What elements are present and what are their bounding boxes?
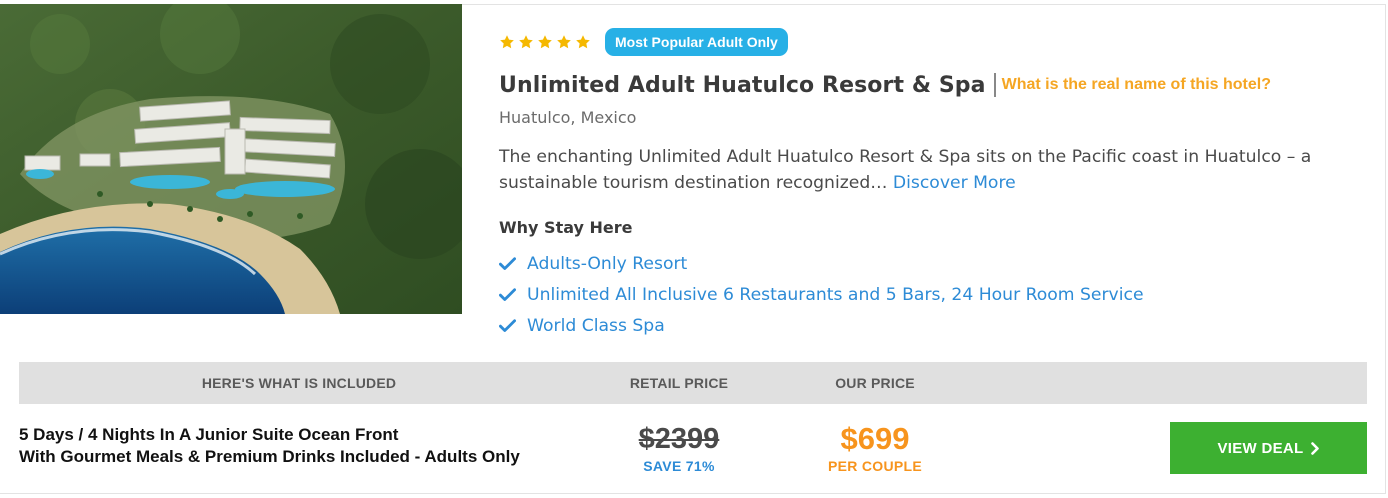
star-icon bbox=[576, 35, 590, 49]
row-divider bbox=[19, 493, 1367, 494]
retail-price: $2399 bbox=[638, 423, 720, 455]
view-deal-label: VIEW DEAL bbox=[1217, 439, 1304, 457]
retail-price-column-header: RETAIL PRICE bbox=[629, 375, 729, 391]
check-icon bbox=[499, 256, 516, 270]
feature-item: Unlimited All Inclusive 6 Restaurants an… bbox=[499, 279, 1369, 310]
hotel-deal-card: Most Popular Adult Only Unlimited Adult … bbox=[0, 0, 1388, 498]
discover-more-link[interactable]: Discover More bbox=[893, 173, 1016, 193]
star-rating bbox=[499, 34, 591, 50]
real-name-link[interactable]: What is the real name of this hotel? bbox=[1002, 76, 1271, 94]
our-price-column-header: OUR PRICE bbox=[835, 375, 915, 391]
pricing-header: HERE'S WHAT IS INCLUDED RETAIL PRICE OUR… bbox=[19, 362, 1367, 404]
rating-row: Most Popular Adult Only bbox=[499, 28, 1369, 56]
resort-aerial-image bbox=[0, 4, 462, 314]
hotel-details: Most Popular Adult Only Unlimited Adult … bbox=[499, 28, 1369, 341]
retail-price-cell: $2399 SAVE 71% bbox=[600, 422, 758, 474]
package-line: 5 Days / 4 Nights In A Junior Suite Ocea… bbox=[19, 425, 399, 444]
included-column-header: HERE'S WHAT IS INCLUDED bbox=[201, 375, 397, 391]
feature-label: World Class Spa bbox=[527, 315, 665, 336]
package-description: 5 Days / 4 Nights In A Junior Suite Ocea… bbox=[19, 424, 579, 468]
feature-item: World Class Spa bbox=[499, 310, 1369, 341]
hotel-name[interactable]: Unlimited Adult Huatulco Resort & Spa bbox=[499, 73, 986, 98]
our-price: $699 bbox=[840, 421, 910, 456]
feature-label: Unlimited All Inclusive 6 Restaurants an… bbox=[527, 284, 1144, 305]
package-line: With Gourmet Meals & Premium Drinks Incl… bbox=[19, 447, 520, 466]
chevron-right-icon bbox=[1310, 441, 1319, 455]
hotel-location: Huatulco, Mexico bbox=[499, 108, 637, 127]
title-row: Unlimited Adult Huatulco Resort & Spa Wh… bbox=[499, 68, 1369, 102]
our-price-cell: $699 PER COUPLE bbox=[796, 421, 954, 475]
title-divider bbox=[993, 73, 996, 97]
resort-photo[interactable] bbox=[0, 4, 462, 314]
feature-item: Adults-Only Resort bbox=[499, 248, 1369, 279]
feature-list: Adults-Only Resort Unlimited All Inclusi… bbox=[499, 248, 1369, 341]
popular-badge: Most Popular Adult Only bbox=[605, 28, 788, 56]
view-deal-button[interactable]: VIEW DEAL bbox=[1170, 422, 1367, 474]
star-icon bbox=[538, 35, 552, 49]
star-icon bbox=[519, 35, 533, 49]
star-icon bbox=[500, 35, 514, 49]
feature-label: Adults-Only Resort bbox=[527, 253, 688, 274]
check-icon bbox=[499, 318, 516, 332]
why-stay-heading: Why Stay Here bbox=[499, 218, 633, 237]
star-icon bbox=[557, 35, 571, 49]
hotel-description: The enchanting Unlimited Adult Huatulco … bbox=[499, 144, 1359, 196]
check-icon bbox=[499, 287, 516, 301]
per-couple-label: PER COUPLE bbox=[827, 458, 922, 474]
savings-label: SAVE 71% bbox=[643, 458, 715, 474]
